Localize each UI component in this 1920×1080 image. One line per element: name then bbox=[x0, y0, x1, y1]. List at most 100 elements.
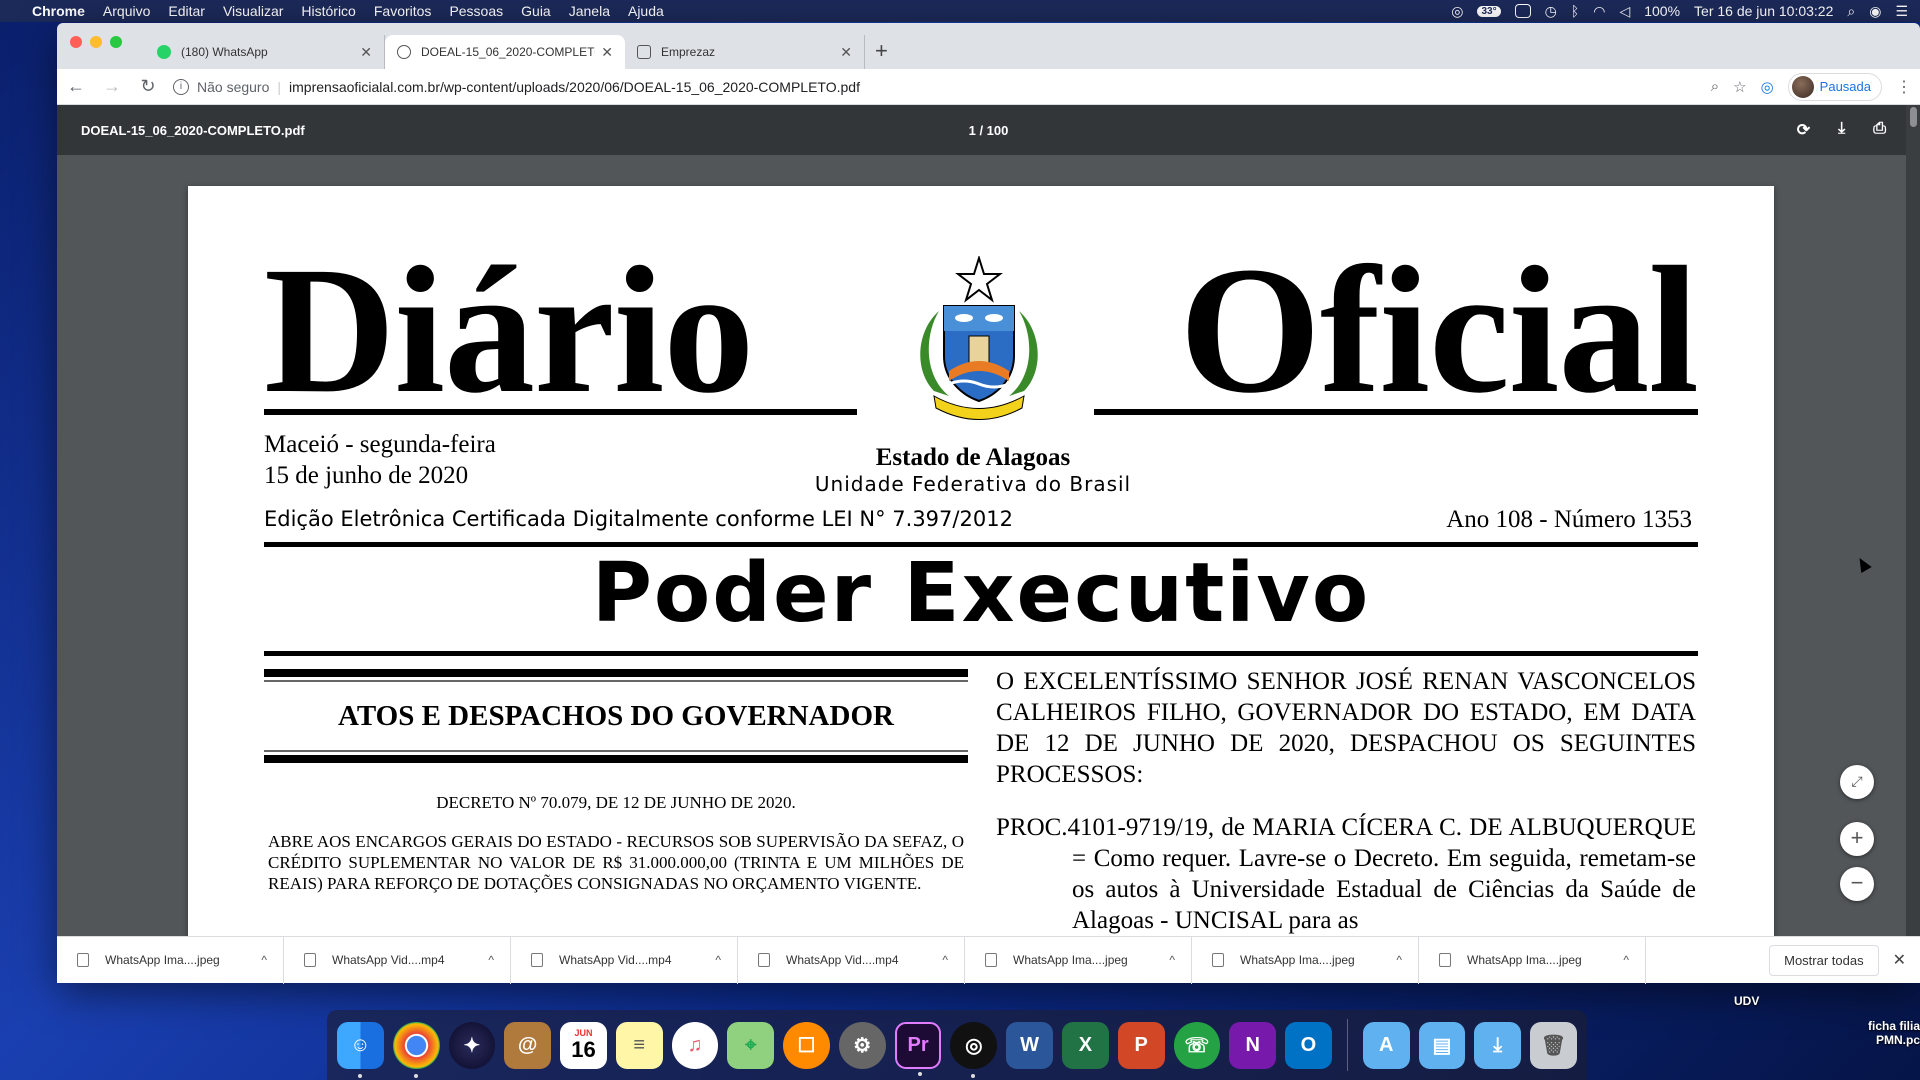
system-preferences-icon[interactable]: ⚙ bbox=[838, 1021, 886, 1069]
tab-empresas[interactable]: Emprezaz ✕ bbox=[625, 35, 865, 69]
datetime-label[interactable]: Ter 16 de jun 10:03:22 bbox=[1694, 3, 1833, 19]
contacts-icon[interactable]: @ bbox=[504, 1021, 552, 1069]
wifi-icon[interactable]: ◠ bbox=[1593, 3, 1605, 20]
zoom-window-button[interactable] bbox=[110, 36, 122, 48]
download-name: WhatsApp Vid....mp4 bbox=[559, 953, 672, 967]
section-title: Poder Executivo bbox=[591, 546, 1371, 641]
zoom-out-button[interactable]: − bbox=[1840, 867, 1874, 901]
chevron-up-icon[interactable]: ^ bbox=[942, 953, 948, 967]
menu-favoritos[interactable]: Favoritos bbox=[374, 3, 432, 19]
trash-icon[interactable]: 🗑 bbox=[1530, 1021, 1577, 1069]
info-icon[interactable]: i bbox=[173, 78, 189, 95]
download-item[interactable]: WhatsApp Ima....jpeg ^ bbox=[965, 936, 1192, 984]
outlook-icon[interactable]: O bbox=[1285, 1021, 1332, 1069]
whatsapp-dock-icon[interactable]: ☏ bbox=[1173, 1021, 1221, 1069]
bookmark-star-icon[interactable]: ☆ bbox=[1733, 78, 1746, 96]
address-bar[interactable]: i Não seguro | imprensaoficialal.com.br/… bbox=[173, 73, 1697, 101]
close-tab-icon[interactable]: ✕ bbox=[360, 44, 372, 61]
menu-janela[interactable]: Janela bbox=[569, 3, 610, 19]
chevron-up-icon[interactable]: ^ bbox=[261, 953, 267, 967]
close-tab-icon[interactable]: ✕ bbox=[601, 44, 613, 61]
spotlight-icon[interactable]: ⌕ bbox=[1847, 3, 1855, 20]
time-machine-icon[interactable]: ◷ bbox=[1545, 3, 1557, 20]
page-indicator[interactable]: 1 / 100 bbox=[969, 123, 1009, 138]
airplay-icon[interactable] bbox=[1514, 4, 1531, 18]
onenote-icon[interactable]: N bbox=[1229, 1021, 1277, 1069]
download-item[interactable]: WhatsApp Vid....mp4 ^ bbox=[738, 936, 965, 984]
download-item[interactable]: WhatsApp Ima....jpeg ^ bbox=[57, 936, 284, 984]
reload-icon[interactable]: ↻ bbox=[137, 76, 159, 97]
tab-whatsapp[interactable]: (180) WhatsApp ✕ bbox=[145, 35, 385, 69]
menu-visualizar[interactable]: Visualizar bbox=[223, 3, 283, 19]
siri-icon[interactable]: ◉ bbox=[1869, 3, 1881, 20]
download-name: WhatsApp Ima....jpeg bbox=[1013, 953, 1128, 967]
applications-folder-icon[interactable]: A bbox=[1362, 1021, 1410, 1069]
download-item[interactable]: WhatsApp Ima....jpeg ^ bbox=[1419, 936, 1646, 984]
notification-center-icon[interactable]: ☰ bbox=[1895, 3, 1908, 20]
menu-editar[interactable]: Editar bbox=[168, 3, 205, 19]
zoom-in-button[interactable]: + bbox=[1840, 822, 1874, 856]
doc-icon bbox=[637, 45, 651, 59]
notes-icon[interactable]: ≡ bbox=[615, 1021, 663, 1069]
launchpad-icon[interactable]: ✦ bbox=[448, 1021, 496, 1069]
show-all-downloads-button[interactable]: Mostrar todas bbox=[1769, 944, 1879, 976]
minimize-window-button[interactable] bbox=[90, 36, 102, 48]
pdf-scrollbar[interactable] bbox=[1906, 105, 1920, 983]
dropbox-icon[interactable]: ◎ bbox=[1451, 3, 1463, 20]
omnibox-separator: | bbox=[277, 78, 282, 95]
close-icon[interactable]: ✕ bbox=[1893, 950, 1906, 970]
menu-historico[interactable]: Histórico bbox=[301, 3, 355, 19]
bluetooth-icon[interactable]: ᛒ bbox=[1571, 3, 1579, 19]
security-label[interactable]: Não seguro bbox=[197, 79, 269, 95]
menu-ajuda[interactable]: Ajuda bbox=[628, 3, 664, 19]
battery-label[interactable]: 100% bbox=[1644, 3, 1680, 19]
download-item[interactable]: WhatsApp Ima....jpeg ^ bbox=[1192, 936, 1419, 984]
tab-pdf[interactable]: DOEAL-15_06_2020-COMPLETO.pdf ✕ bbox=[385, 35, 625, 69]
download-item[interactable]: WhatsApp Vid....mp4 ^ bbox=[284, 936, 511, 984]
obs-icon[interactable]: ◎ bbox=[950, 1021, 998, 1078]
close-tab-icon[interactable]: ✕ bbox=[840, 44, 852, 61]
chevron-up-icon[interactable]: ^ bbox=[715, 953, 721, 967]
premiere-icon[interactable]: Pr bbox=[894, 1021, 942, 1076]
chevron-up-icon[interactable]: ^ bbox=[1169, 953, 1175, 967]
rotate-icon[interactable]: ⟳ bbox=[1797, 120, 1810, 140]
fit-page-button[interactable]: ⤢ bbox=[1840, 765, 1874, 799]
desktop-file-label[interactable]: ficha filia PMN.pc bbox=[1836, 1019, 1920, 1047]
chevron-up-icon[interactable]: ^ bbox=[1623, 953, 1629, 967]
finder-icon[interactable]: ☺ bbox=[337, 1021, 384, 1078]
powerpoint-icon[interactable]: P bbox=[1117, 1021, 1165, 1069]
back-icon[interactable]: ← bbox=[65, 76, 87, 97]
excel-icon[interactable]: X bbox=[1061, 1021, 1109, 1069]
zoom-icon[interactable]: ⌕ bbox=[1711, 78, 1719, 95]
print-icon[interactable]: ⎙ bbox=[1873, 120, 1886, 140]
url-text[interactable]: imprensaoficialal.com.br/wp-content/uplo… bbox=[289, 79, 860, 95]
close-window-button[interactable] bbox=[70, 36, 82, 48]
extension-icon[interactable]: ◎ bbox=[1761, 78, 1774, 96]
chevron-up-icon[interactable]: ^ bbox=[488, 953, 494, 967]
menu-kebab-icon[interactable]: ⋮ bbox=[1896, 77, 1912, 97]
menu-pessoas[interactable]: Pessoas bbox=[449, 3, 503, 19]
tab-strip: (180) WhatsApp ✕ DOEAL-15_06_2020-COMPLE… bbox=[57, 23, 1920, 69]
word-icon[interactable]: W bbox=[1006, 1021, 1053, 1069]
books-icon[interactable]: ☐ bbox=[783, 1021, 830, 1069]
menu-app-name[interactable]: Chrome bbox=[32, 3, 85, 19]
menu-guia[interactable]: Guia bbox=[521, 3, 551, 19]
documents-folder-icon[interactable]: ▤ bbox=[1418, 1021, 1466, 1069]
chevron-up-icon[interactable]: ^ bbox=[1396, 953, 1402, 967]
volume-icon[interactable]: ◁ bbox=[1619, 3, 1630, 20]
calendar-icon[interactable]: JUN 16 bbox=[560, 1021, 607, 1069]
download-icon[interactable]: ⤓ bbox=[1838, 120, 1845, 140]
profile-button[interactable]: Pausada bbox=[1787, 72, 1882, 101]
masthead-oficial: Oficial bbox=[1179, 230, 1699, 431]
rule-bottom bbox=[264, 651, 1698, 656]
forward-icon[interactable]: → bbox=[101, 76, 123, 97]
temperature-badge[interactable]: 33° bbox=[1477, 5, 1501, 17]
maps-icon[interactable]: ⌖ bbox=[727, 1021, 775, 1069]
itunes-icon[interactable]: ♫ bbox=[671, 1021, 719, 1069]
chrome-icon[interactable] bbox=[392, 1021, 440, 1078]
downloads-folder-icon[interactable]: ⤓ bbox=[1474, 1021, 1522, 1069]
download-item[interactable]: WhatsApp Vid....mp4 ^ bbox=[511, 936, 738, 984]
desktop-label-udv[interactable]: UDV bbox=[1734, 994, 1759, 1008]
menu-arquivo[interactable]: Arquivo bbox=[103, 3, 150, 19]
new-tab-icon[interactable]: + bbox=[875, 38, 888, 64]
